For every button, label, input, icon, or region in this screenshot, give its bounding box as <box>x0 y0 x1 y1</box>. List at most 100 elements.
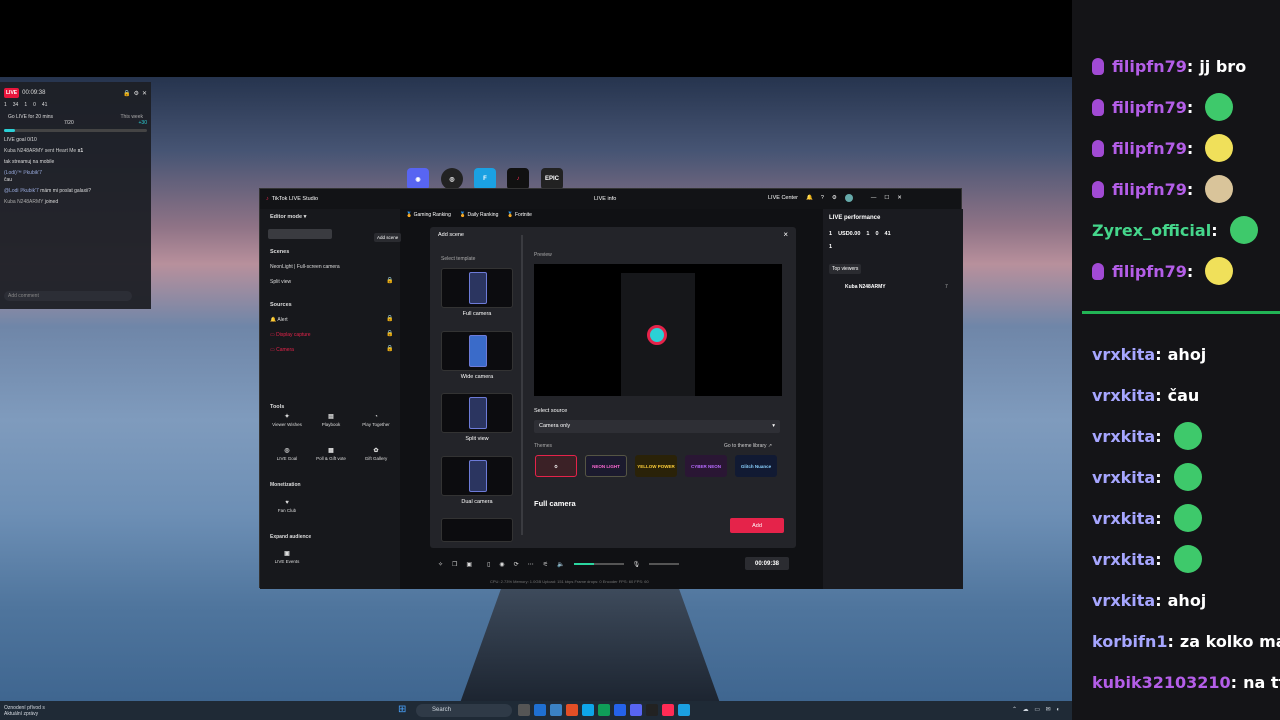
lock-icon[interactable]: 🔒 <box>386 345 393 352</box>
screen-icon[interactable]: ▣ <box>466 561 472 568</box>
chat-username[interactable]: kubik32103210 <box>1092 673 1231 692</box>
chat-username[interactable]: Zyrex_official <box>1092 221 1211 240</box>
minimize-icon[interactable]: — <box>871 195 877 201</box>
close-window-icon[interactable]: ✕ <box>897 195 902 201</box>
epic-games-icon[interactable]: EPIC <box>541 168 563 190</box>
chat-username[interactable]: vrxkita <box>1092 509 1155 528</box>
system-tray[interactable]: ⌃ ☁ ▭ ✉ ◐ <box>1012 706 1062 713</box>
chat-username[interactable]: filipfn79 <box>1112 57 1187 76</box>
theme-library-link[interactable]: Go to theme library ↗ <box>724 443 772 449</box>
live-center-button[interactable]: LIVE Center <box>768 195 798 201</box>
tab-daily-ranking[interactable]: 🏅 Daily Ranking <box>460 212 498 218</box>
rotate-icon[interactable]: ⟳ <box>514 561 519 568</box>
lock-icon[interactable]: 🔒 <box>386 330 393 337</box>
taskbar-search[interactable]: Search <box>416 704 512 717</box>
chat-username[interactable]: vrxkita <box>1092 386 1155 405</box>
magic-icon[interactable]: ✧ <box>438 561 443 568</box>
lock-icon[interactable]: 🔒 <box>386 315 393 322</box>
portrait-toggle[interactable] <box>268 229 332 239</box>
theme-glitch[interactable]: Glitch Nuance <box>735 455 777 477</box>
theme-neon-light[interactable]: NEON LIGHT <box>585 455 627 477</box>
template-dual-camera[interactable] <box>441 456 513 496</box>
weather-widget[interactable]: Oznodení přívod s Aktuální zprávy <box>0 705 70 717</box>
settings-icon[interactable]: ⚙ <box>134 90 139 97</box>
lock-icon[interactable]: 🔒 <box>123 90 130 97</box>
discord-taskbar-icon[interactable] <box>630 704 642 716</box>
more-icon[interactable]: ⋯ <box>528 561 534 568</box>
volume-slider[interactable] <box>573 563 624 565</box>
theme-none[interactable]: ⦸ <box>535 455 577 477</box>
theme-yellow-power[interactable]: YELLOW POWER <box>635 455 677 477</box>
tool-playbook[interactable]: ▤ Playbook <box>311 414 351 427</box>
tab-fortnite[interactable]: 🏅 Fortnite <box>507 212 532 218</box>
chat-username[interactable]: korbifn1 <box>1092 632 1168 651</box>
copy-icon[interactable]: ❐ <box>452 561 457 568</box>
source-select[interactable]: Camera only ▾ <box>534 420 780 433</box>
phone-icon[interactable]: ▯ <box>487 561 490 568</box>
tool-poll[interactable]: ▦ Poll & Gift vote <box>311 448 351 461</box>
gear-icon[interactable]: ⚙ <box>832 195 837 201</box>
obs-taskbar-icon[interactable] <box>646 704 658 716</box>
record-icon[interactable]: ◉ <box>499 561 504 568</box>
tiktok-taskbar-icon[interactable] <box>662 704 674 716</box>
template-wide-camera[interactable] <box>441 331 513 371</box>
tiktok-icon[interactable]: ♪ <box>507 168 529 190</box>
scene-item[interactable]: NeonLight | Full-screen camera <box>270 264 340 270</box>
explorer-icon[interactable] <box>550 704 562 716</box>
editor-mode-dropdown[interactable]: Editor mode ▾ <box>270 214 306 220</box>
mic-icon[interactable]: 🎙 <box>633 561 641 568</box>
mic-slider[interactable] <box>649 563 680 565</box>
theme-cyber-neon[interactable]: CYBER NEON <box>685 455 727 477</box>
chat-username[interactable]: vrxkita <box>1092 591 1155 610</box>
fortnite-icon[interactable]: F <box>474 168 496 190</box>
chat-username[interactable]: vrxkita <box>1092 550 1155 569</box>
template-more[interactable] <box>441 518 513 542</box>
source-item-alert[interactable]: 🔔 Alert <box>270 317 288 323</box>
template-split-view[interactable] <box>441 393 513 433</box>
chat-username[interactable]: filipfn79 <box>1112 98 1187 117</box>
tool-gift-gallery[interactable]: ✿ Gift Gallery <box>356 448 396 461</box>
close-icon[interactable]: × <box>783 230 788 239</box>
source-item-camera[interactable]: ▭ Camera <box>270 347 294 353</box>
obs-icon[interactable]: ◎ <box>441 168 463 190</box>
chat-colon: : <box>1155 467 1162 487</box>
tool-live-events[interactable]: ▣ LIVE Events <box>267 551 307 564</box>
template-scrollbar[interactable] <box>521 235 523 535</box>
chat-username[interactable]: filipfn79 <box>1112 262 1187 281</box>
store-icon[interactable] <box>582 704 594 716</box>
sliders-icon[interactable]: ⚟ <box>543 561 548 568</box>
tool-play-together[interactable]: ◔ Play Together <box>356 414 396 427</box>
app-icon[interactable] <box>598 704 610 716</box>
app-icon[interactable] <box>614 704 626 716</box>
discord-icon[interactable]: ◉ <box>407 168 429 190</box>
close-icon[interactable]: ✕ <box>142 90 147 97</box>
maximize-icon[interactable]: ☐ <box>884 195 889 201</box>
chat-username[interactable]: vrxkita <box>1092 468 1155 487</box>
help-icon[interactable]: ? <box>821 195 824 201</box>
bell-icon[interactable]: 🔔 <box>806 195 813 201</box>
chat-username[interactable]: filipfn79 <box>1112 139 1187 158</box>
template-label: Split view <box>465 436 489 442</box>
top-viewers-tab[interactable]: Top viewers <box>829 264 862 274</box>
tool-fan-club[interactable]: ♥ Fan Club <box>267 500 307 513</box>
edge-icon[interactable] <box>534 704 546 716</box>
windows-start-icon[interactable]: ⊞ <box>398 705 408 715</box>
chat-username[interactable]: vrxkita <box>1092 345 1155 364</box>
scene-item[interactable]: Split view <box>270 279 291 285</box>
lock-icon[interactable]: 🔒 <box>386 277 393 284</box>
tool-live-goal[interactable]: ◎ LIVE Goal <box>267 448 307 461</box>
chat-username[interactable]: vrxkita <box>1092 427 1155 446</box>
add-comment-input[interactable]: Add comment <box>4 291 132 301</box>
template-full-camera[interactable] <box>441 268 513 308</box>
volume-icon[interactable]: 🔈 <box>557 561 564 568</box>
task-view-icon[interactable] <box>518 704 530 716</box>
live-info-button[interactable]: LIVE info <box>594 196 616 202</box>
chrome-icon[interactable] <box>566 704 578 716</box>
avatar[interactable] <box>844 194 853 202</box>
tool-viewer-wishes[interactable]: ✦ Viewer Wishes <box>267 414 307 427</box>
chat-username[interactable]: filipfn79 <box>1112 180 1187 199</box>
source-item-display[interactable]: ▭ Display capture <box>270 332 311 338</box>
add-button[interactable]: Add <box>730 518 784 533</box>
app-icon[interactable] <box>678 704 690 716</box>
tab-gaming-ranking[interactable]: 🏅 Gaming Ranking <box>406 212 451 218</box>
